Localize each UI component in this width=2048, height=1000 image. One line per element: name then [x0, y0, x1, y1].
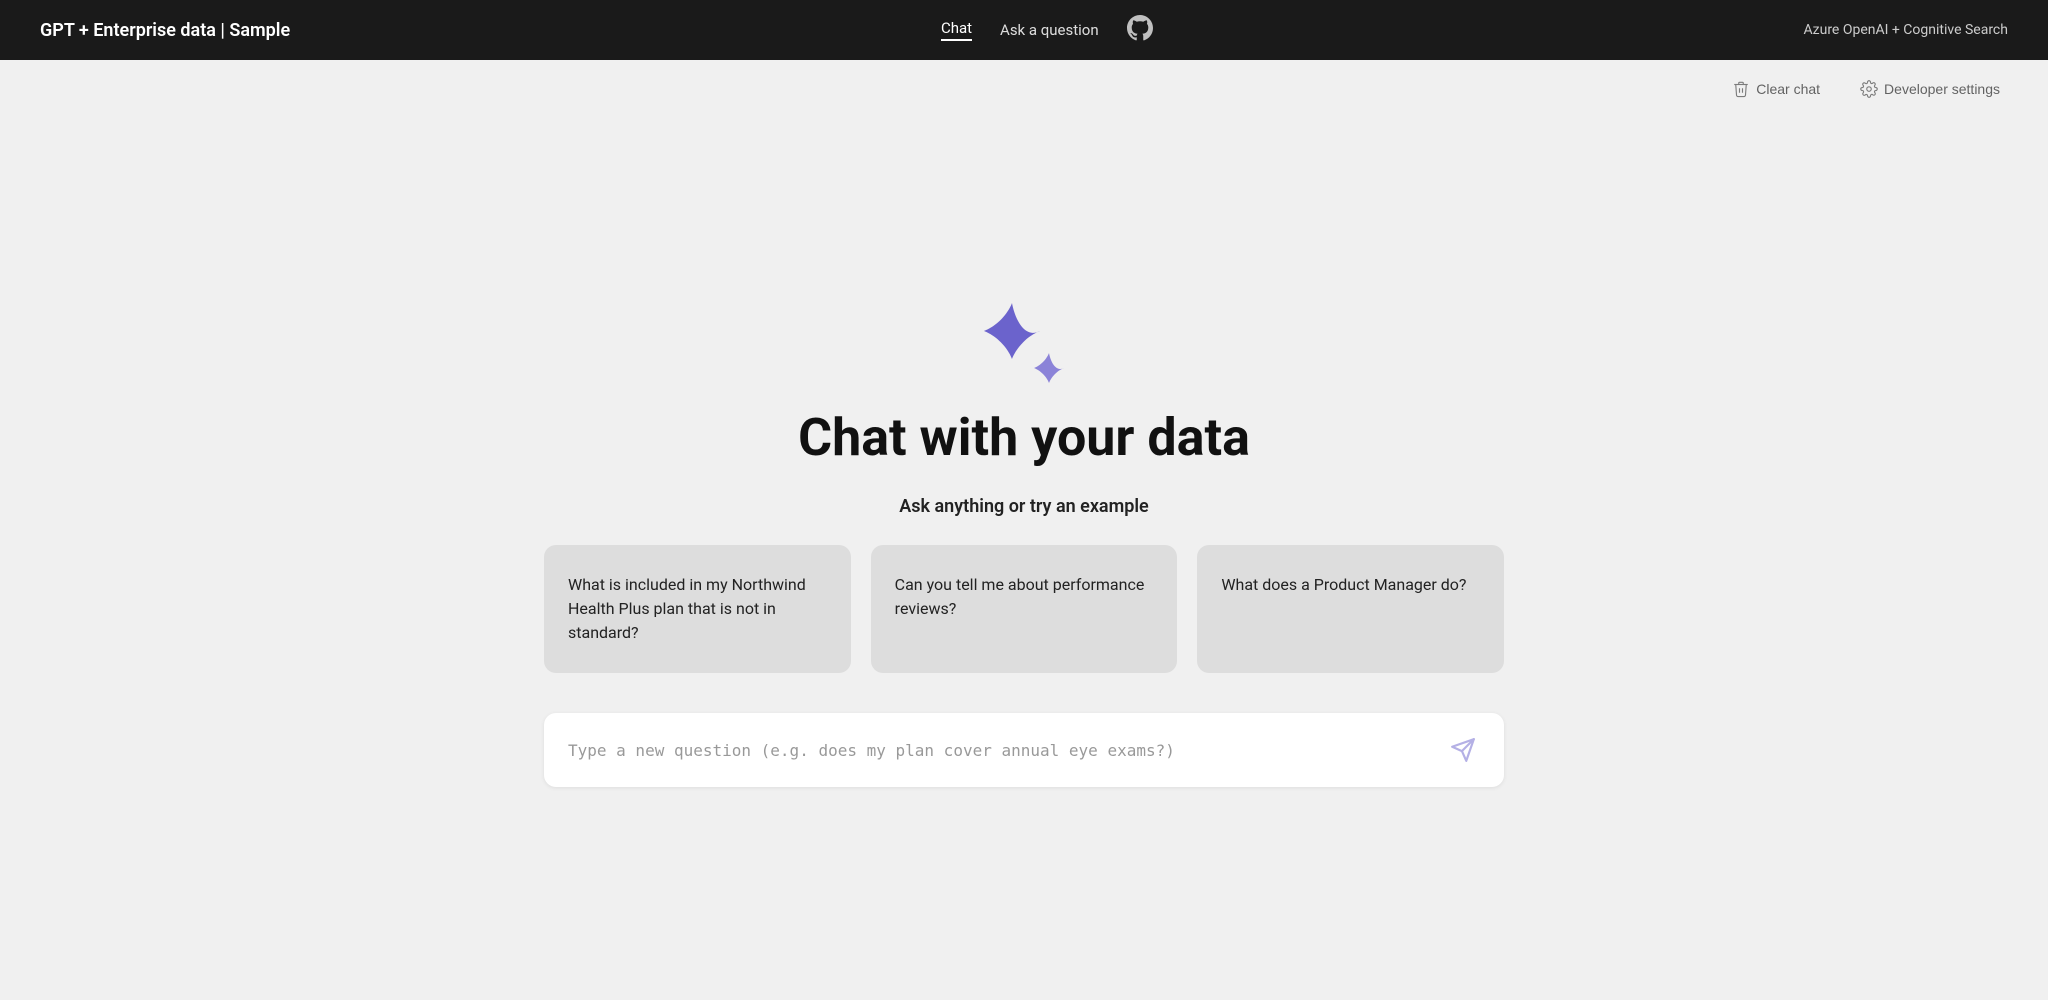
- main-content: Chat with your data Ask anything or try …: [0, 110, 2048, 1000]
- main-nav: Chat Ask a question: [941, 15, 1153, 45]
- chat-input-area: [544, 713, 1504, 787]
- example-card-1[interactable]: What is included in my Northwind Health …: [544, 545, 851, 673]
- clear-chat-button[interactable]: Clear chat: [1724, 76, 1828, 102]
- trash-icon: [1732, 80, 1750, 98]
- example-cards: What is included in my Northwind Health …: [544, 545, 1504, 673]
- nav-chat[interactable]: Chat: [941, 19, 972, 41]
- app-header: GPT + Enterprise data | Sample Chat Ask …: [0, 0, 2048, 60]
- developer-settings-button[interactable]: Developer settings: [1852, 76, 2008, 102]
- example-card-2[interactable]: Can you tell me about performance review…: [871, 545, 1178, 673]
- app-subtitle: Azure OpenAI + Cognitive Search: [1803, 22, 2008, 38]
- sparkle-small-icon: [1034, 353, 1064, 383]
- github-icon: [1127, 15, 1153, 41]
- send-button[interactable]: [1446, 733, 1480, 767]
- settings-icon: [1860, 80, 1878, 98]
- developer-settings-label: Developer settings: [1884, 81, 2000, 97]
- nav-ask-question[interactable]: Ask a question: [1000, 21, 1099, 39]
- send-icon: [1450, 737, 1476, 763]
- sparkle-large-icon: [984, 303, 1040, 359]
- sparkle-logo: [984, 303, 1064, 383]
- main-title: Chat with your data: [798, 407, 1250, 468]
- toolbar: Clear chat Developer settings: [0, 60, 2048, 110]
- app-title: GPT + Enterprise data | Sample: [40, 20, 290, 41]
- github-link[interactable]: [1127, 15, 1153, 45]
- question-input[interactable]: [568, 741, 1434, 760]
- main-subtitle: Ask anything or try an example: [899, 496, 1148, 517]
- example-card-3[interactable]: What does a Product Manager do?: [1197, 545, 1504, 673]
- clear-chat-label: Clear chat: [1756, 81, 1820, 97]
